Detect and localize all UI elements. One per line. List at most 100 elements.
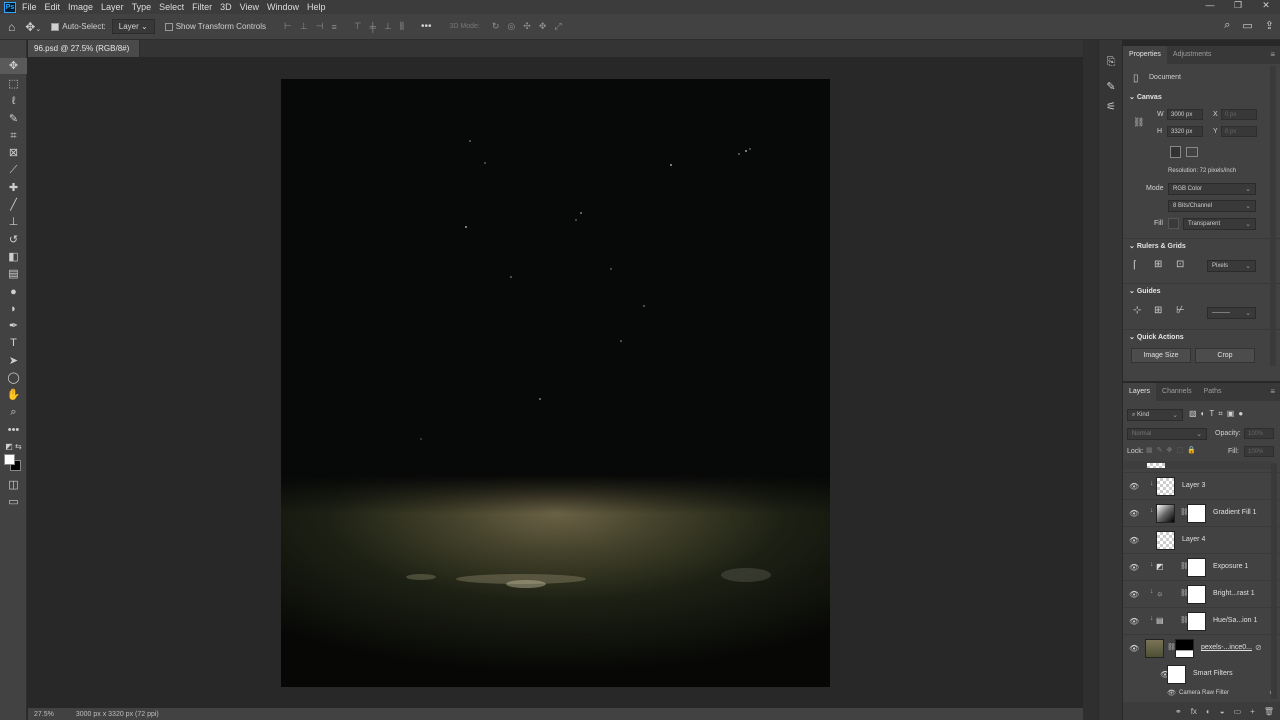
menu-select[interactable]: Select: [159, 2, 184, 12]
layer-filter-icons[interactable]: ▧◐T⌗▣●: [1189, 409, 1247, 419]
layers-scrollbar[interactable]: [1271, 463, 1277, 699]
smart-filters-row[interactable]: 👁 Smart Filters: [1123, 661, 1280, 688]
new-guide-icon[interactable]: ⊬: [1176, 305, 1185, 316]
auto-select-checkbox[interactable]: [51, 22, 60, 31]
quick-actions-header[interactable]: ⌄ Quick Actions: [1129, 333, 1184, 341]
adjustment-layer-icon[interactable]: ◒: [1220, 707, 1225, 716]
guides-layout-icon[interactable]: ⊞: [1154, 305, 1162, 316]
pixel-grid-icon[interactable]: ⊡: [1176, 259, 1184, 270]
distribute-icon[interactable]: ≡: [332, 22, 337, 32]
blur-tool-icon[interactable]: ●: [0, 284, 27, 300]
eye-icon[interactable]: 👁: [1129, 617, 1139, 626]
auto-select-target-dropdown[interactable]: Layer ⌄: [111, 19, 155, 34]
3d-roll-icon[interactable]: ◎: [507, 21, 515, 32]
align-bottom-icon[interactable]: ⊥: [384, 21, 392, 32]
link-layers-icon[interactable]: ⚭: [1175, 707, 1182, 716]
type-tool-icon[interactable]: T: [0, 335, 27, 351]
document-tab[interactable]: 96.psd @ 27.5% (RGB/8#) *×: [28, 40, 140, 70]
3d-slide-icon[interactable]: ✥: [539, 21, 546, 32]
eye-icon[interactable]: 👁: [1129, 644, 1139, 653]
blend-mode-dropdown[interactable]: Normal: [1127, 428, 1207, 440]
add-mask-icon[interactable]: ◐: [1206, 707, 1211, 716]
more-options-button[interactable]: •••: [421, 21, 432, 32]
show-transform-checkbox[interactable]: [164, 22, 173, 31]
3d-pan-icon[interactable]: ✣: [523, 21, 530, 32]
menu-window[interactable]: Window: [267, 2, 299, 12]
brush-tool-icon[interactable]: ╱: [0, 197, 27, 213]
lasso-tool-icon[interactable]: ℓ: [0, 93, 27, 109]
crop-button[interactable]: Crop: [1195, 348, 1255, 363]
zoom-level[interactable]: 27.5%: [34, 711, 54, 718]
align-right-icon[interactable]: ⊣: [316, 21, 324, 32]
tab-channels[interactable]: Channels: [1156, 383, 1198, 401]
layer-name[interactable]: Layer 4: [1182, 536, 1205, 543]
smart-filters-label[interactable]: Smart Filters: [1193, 670, 1233, 677]
close-window-button[interactable]: ✕: [1252, 0, 1280, 14]
y-field[interactable]: 0 px: [1221, 126, 1257, 137]
align-left-icon[interactable]: ⊢: [284, 21, 292, 32]
image-size-button[interactable]: Image Size: [1131, 348, 1191, 363]
foreground-color-swatch[interactable]: [4, 454, 15, 465]
layer-row[interactable]: 👁 ↓ ☼ ⛓ Bright...rast 1: [1123, 580, 1280, 607]
layer-row[interactable]: 👁 Layer 4: [1123, 526, 1280, 553]
filter-row[interactable]: 👁 Camera Raw Filter ⚟: [1123, 688, 1275, 700]
eye-icon[interactable]: 👁: [1167, 689, 1176, 697]
guide-style-dropdown[interactable]: ———: [1207, 307, 1256, 319]
eye-icon[interactable]: 👁: [1129, 563, 1139, 572]
properties-panel-icon[interactable]: ⚟: [1099, 100, 1123, 113]
eye-icon[interactable]: 👁: [1129, 590, 1139, 599]
workspace-icon[interactable]: ▭: [1242, 19, 1252, 32]
units-dropdown[interactable]: Pixels: [1207, 260, 1256, 272]
history-panel-icon[interactable]: ⎘: [1099, 56, 1123, 69]
menu-3d[interactable]: 3D: [220, 2, 232, 12]
align-hcenter-icon[interactable]: ⊥: [300, 21, 308, 32]
share-icon[interactable]: ⇪: [1265, 19, 1274, 32]
pen-tool-icon[interactable]: ✒: [0, 318, 27, 334]
layer-row[interactable]: 👁 ↓ Layer 3: [1123, 472, 1280, 499]
document-info[interactable]: 3000 px x 3320 px (72 ppi): [76, 711, 159, 718]
layer-row[interactable]: 👁 ↓ ▤ ⛓ Hue/Sa...ion 1: [1123, 607, 1280, 634]
menu-layer[interactable]: Layer: [101, 2, 124, 12]
shape-tool-icon[interactable]: ◯: [0, 370, 27, 386]
screen-mode-icon[interactable]: ▭: [0, 494, 27, 510]
group-icon[interactable]: ▭: [1234, 707, 1242, 716]
menu-file[interactable]: File: [22, 2, 37, 12]
tab-adjustments[interactable]: Adjustments: [1167, 46, 1218, 64]
layer-row-partial[interactable]: [1123, 461, 1271, 469]
layer-row[interactable]: 👁 ↓ ⛓ Gradient Fill 1: [1123, 499, 1280, 526]
edit-toolbar-icon[interactable]: •••: [0, 422, 27, 438]
grid-icon[interactable]: ⊞: [1154, 259, 1162, 270]
clone-stamp-tool-icon[interactable]: ⊥: [0, 214, 27, 230]
dodge-tool-icon[interactable]: ◗: [0, 301, 27, 317]
eye-icon[interactable]: 👁: [1129, 482, 1139, 491]
fx-icon[interactable]: fx: [1191, 707, 1197, 716]
tab-paths[interactable]: Paths: [1198, 383, 1228, 401]
layer-row[interactable]: 👁 ↓ ◩ ⛓ Exposure 1: [1123, 553, 1280, 580]
link-dimensions-icon[interactable]: ⛓: [1133, 117, 1144, 128]
layer-name[interactable]: Hue/Sa...ion 1: [1213, 617, 1257, 624]
layer-name[interactable]: Bright...rast 1: [1213, 590, 1255, 597]
filter-name[interactable]: Camera Raw Filter: [1179, 690, 1229, 696]
move-tool-preset-icon[interactable]: ✥⌄: [25, 20, 41, 34]
fill-swatch[interactable]: [1168, 218, 1179, 229]
panel-menu-icon[interactable]: ≡: [1270, 50, 1275, 59]
properties-scrollbar[interactable]: [1270, 66, 1276, 366]
lock-icons[interactable]: ▦✎✥⬚🔒: [1146, 446, 1200, 454]
eraser-tool-icon[interactable]: ◧: [0, 249, 27, 265]
landscape-orientation-icon[interactable]: [1186, 147, 1198, 157]
x-field[interactable]: 0 px: [1221, 109, 1257, 120]
search-icon[interactable]: ⌕: [1224, 19, 1230, 32]
distribute-v-icon[interactable]: ⫼: [400, 21, 404, 32]
zoom-tool-icon[interactable]: ⌕: [0, 404, 27, 420]
layer-name[interactable]: pexels-...ince0...: [1201, 644, 1252, 651]
layers-menu-icon[interactable]: ≡: [1270, 387, 1275, 396]
align-top-icon[interactable]: ⊤: [354, 21, 362, 32]
brush-settings-icon[interactable]: ✎: [1099, 80, 1123, 93]
trash-icon[interactable]: 🗑: [1264, 707, 1274, 716]
path-select-tool-icon[interactable]: ➤: [0, 353, 27, 369]
menu-edit[interactable]: Edit: [45, 2, 61, 12]
eyedropper-tool-icon[interactable]: ⟋: [0, 162, 27, 178]
hand-tool-icon[interactable]: ✋: [0, 387, 27, 403]
healing-brush-tool-icon[interactable]: ✚: [0, 180, 27, 196]
marquee-tool-icon[interactable]: ⬚: [0, 76, 27, 92]
